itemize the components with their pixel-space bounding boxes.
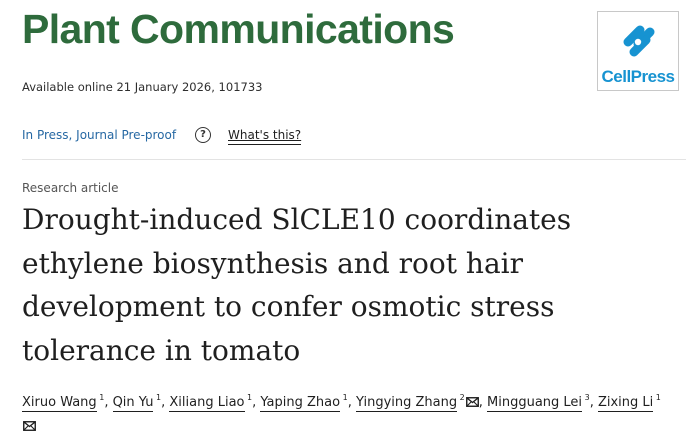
author-list: Xiruo Wang 1, Qin Yu 1, Xiliang Liao 1, … [22, 386, 662, 439]
envelope-icon[interactable] [465, 392, 479, 415]
author-separator: , [589, 395, 598, 410]
article-type: Research article [22, 181, 119, 195]
affiliation-marker: 1 [244, 393, 253, 402]
author-separator: , [347, 395, 356, 410]
author-name: Yaping Zhao [260, 395, 341, 412]
author-name: Mingguang Lei [487, 395, 583, 412]
question-icon[interactable]: ? [195, 127, 211, 143]
author-link[interactable]: Xiruo Wang 1 [22, 393, 104, 412]
header-divider [22, 159, 686, 160]
author-link[interactable]: Yingying Zhang 2 [355, 393, 479, 412]
affiliation-marker: 1 [340, 393, 348, 402]
author-name: Xiliang Liao [169, 395, 245, 412]
whats-this-link[interactable]: What's this? [228, 128, 302, 145]
affiliation-marker: 3 [582, 393, 590, 402]
author-name: Yingying Zhang [355, 395, 458, 412]
cellpress-mark-icon [623, 25, 655, 57]
cellpress-wordmark: CellPress [601, 67, 676, 86]
press-status-row: In Press, Journal Pre-proof ? What's thi… [22, 127, 302, 145]
affiliation-marker: 1 [653, 393, 661, 402]
affiliation-marker: 1 [153, 393, 162, 402]
author-link[interactable]: Xiliang Liao 1 [169, 393, 253, 412]
author-name: Qin Yu [112, 395, 154, 412]
author-link[interactable]: Mingguang Lei 3 [487, 393, 590, 412]
journal-title[interactable]: Plant Communications [22, 6, 455, 53]
affiliation-marker: 2 [457, 393, 465, 402]
journal-pre-proof-link[interactable]: In Press, Journal Pre-proof [22, 128, 176, 142]
author-separator: , [478, 395, 488, 410]
author-name: Zixing Li [597, 395, 654, 412]
author-link[interactable]: Yaping Zhao 1 [260, 393, 348, 412]
cellpress-logo[interactable]: CellPress [597, 11, 679, 91]
availability-info: Available online 21 January 2026, 101733 [22, 80, 263, 94]
author-link[interactable]: Qin Yu 1 [112, 393, 162, 412]
author-name: Xiruo Wang [22, 395, 97, 412]
article-title: Drought-induced SlCLE10 coordinates ethy… [22, 203, 572, 367]
envelope-icon[interactable] [23, 416, 36, 439]
author-separator: , [104, 395, 113, 410]
